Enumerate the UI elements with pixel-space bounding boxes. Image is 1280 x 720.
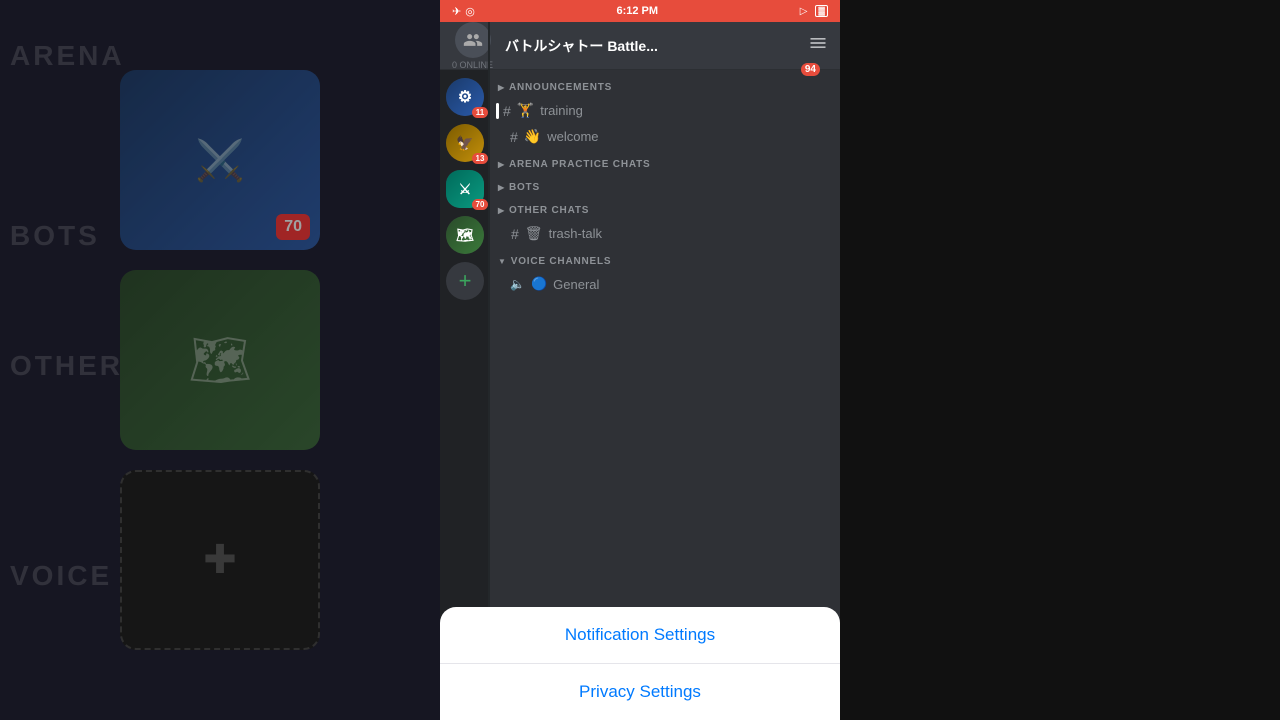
add-server-button[interactable]: + xyxy=(446,262,484,300)
users-icon xyxy=(463,30,483,50)
channel-title: バトルシャトー Battle... xyxy=(505,36,796,56)
section-label-other: OTHER CHATS xyxy=(509,205,589,216)
section-arrow-other: ▶ xyxy=(498,206,505,215)
section-bots[interactable]: ▶ BOTS xyxy=(490,178,840,197)
bg-card-2: 🗺 xyxy=(120,270,320,450)
bg-text-voice: VOICE xyxy=(10,560,112,592)
online-count: 0 ONLINE xyxy=(452,60,493,70)
unread-bar-training xyxy=(496,103,499,119)
divider-line xyxy=(488,22,490,620)
hash-icon-welcome: # xyxy=(510,129,518,145)
right-area xyxy=(840,0,1280,720)
emoji-trash: 🗑 xyxy=(525,225,543,242)
voice-emoji-general: 🔵 xyxy=(531,276,547,292)
section-arrow-voice: ▼ xyxy=(498,257,507,266)
section-label-announcements: ANNOUNCEMENTS xyxy=(509,82,612,93)
channel-name-training: training xyxy=(540,103,583,118)
bg-text-other: OTHER xyxy=(10,350,123,382)
section-arena-practice[interactable]: ▶ ARENA PRACTICE CHATS xyxy=(490,155,840,174)
battery-icon: ▓ xyxy=(815,5,828,17)
status-left-icons: ✈ ◎ xyxy=(452,5,475,18)
hash-icon-training: # xyxy=(503,103,511,119)
server-badge-3: 70 xyxy=(472,199,488,210)
privacy-settings-button[interactable]: Privacy Settings xyxy=(440,664,840,720)
menu-wrap: 94 xyxy=(808,33,828,58)
server-item-2[interactable]: 🦅 13 xyxy=(446,124,484,162)
bottom-sheet: Notification Settings Privacy Settings xyxy=(440,607,840,720)
server-avatar-4: 🗺 xyxy=(446,216,484,254)
bg-card-1: ⚔️ 70 xyxy=(120,70,320,250)
notification-badge: 94 xyxy=(801,63,820,76)
channel-training[interactable]: # 🏋 training xyxy=(494,98,836,123)
signal-icon: ▷ xyxy=(800,6,808,17)
section-label-voice: VOICE CHANNELS xyxy=(511,256,612,267)
bg-text-bots: BOTS xyxy=(10,220,100,252)
server-item-4[interactable]: 🗺 xyxy=(446,216,484,254)
section-voice[interactable]: ▼ VOICE CHANNELS xyxy=(490,252,840,271)
section-label-bots: BOTS xyxy=(509,182,540,193)
channel-name-trash: trash-talk xyxy=(549,226,602,241)
channel-welcome[interactable]: # 👋 welcome xyxy=(494,124,836,149)
airplane-icon: ✈ xyxy=(452,5,461,18)
bg-badge-1: 70 xyxy=(276,214,310,240)
emoji-training: 🏋 xyxy=(517,102,534,119)
server-badge-2: 13 xyxy=(472,153,488,164)
discord-header: 0 ONLINE バトルシャトー Battle... 94 xyxy=(440,22,840,70)
section-other-chats[interactable]: ▶ OTHER CHATS xyxy=(490,201,840,220)
bg-text-arena: ARENA xyxy=(10,40,125,72)
status-right: ▷ ▓ xyxy=(800,5,828,17)
channel-trash-talk[interactable]: # 🗑 trash-talk xyxy=(494,221,836,246)
voice-name-general: General xyxy=(553,277,599,292)
server-icon[interactable] xyxy=(455,22,491,58)
channel-name-welcome: welcome xyxy=(547,129,598,144)
background-left: ⚔️ 70 🗺 ✚ ARENA BOTS OTHER VOICE xyxy=(0,0,440,720)
speaker-icon: 🔈 xyxy=(510,277,525,291)
section-label-arena: ARENA PRACTICE CHATS xyxy=(509,159,651,170)
section-arrow-arena: ▶ xyxy=(498,160,505,169)
emoji-welcome: 👋 xyxy=(524,128,541,145)
voice-channel-general[interactable]: 🔈 🔵 General xyxy=(494,272,836,296)
server-item-3[interactable]: ⚔ 70 xyxy=(446,170,484,208)
status-time: 6:12 PM xyxy=(616,5,658,17)
section-arrow-bots: ▶ xyxy=(498,183,505,192)
more-button[interactable] xyxy=(808,33,828,58)
section-announcements[interactable]: ▶ ANNOUNCEMENTS xyxy=(490,78,840,97)
hash-icon-trash: # xyxy=(511,226,519,242)
server-item-1[interactable]: ⚙ 11 xyxy=(446,78,484,116)
server-badge-1: 11 xyxy=(472,107,488,118)
section-arrow-announcements: ▶ xyxy=(498,83,505,92)
status-bar: ✈ ◎ 6:12 PM ▷ ▓ xyxy=(440,0,840,22)
bg-card-3: ✚ xyxy=(120,470,320,650)
wifi-icon: ◎ xyxy=(465,5,475,18)
notification-settings-button[interactable]: Notification Settings xyxy=(440,607,840,664)
server-icon-wrap: 0 ONLINE xyxy=(452,22,493,70)
